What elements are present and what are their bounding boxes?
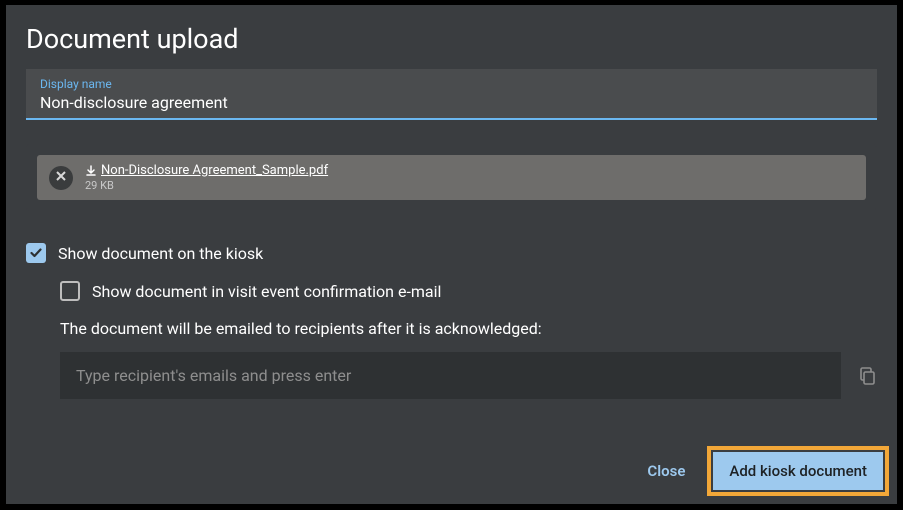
file-name-link[interactable]: Non-Disclosure Agreement_Sample.pdf: [85, 163, 328, 178]
recipients-label: The document will be emailed to recipien…: [60, 319, 877, 338]
show-in-email-row: Show document in visit event confirmatio…: [60, 281, 877, 301]
dialog-content: Display name Non-Disclosure Agreement_Sa…: [6, 69, 897, 399]
remove-file-button[interactable]: [49, 166, 73, 190]
dialog-title: Document upload: [6, 5, 897, 69]
display-name-input[interactable]: [40, 93, 863, 112]
recipients-input[interactable]: [60, 352, 841, 399]
show-on-kiosk-label: Show document on the kiosk: [58, 244, 263, 263]
recipients-input-row: [60, 352, 877, 399]
uploaded-file-row: Non-Disclosure Agreement_Sample.pdf 29 K…: [37, 155, 866, 200]
file-name-text: Non-Disclosure Agreement_Sample.pdf: [101, 163, 328, 178]
add-button-highlight: Add kiosk document: [707, 446, 889, 496]
document-upload-dialog: Document upload Display name Non-: [6, 5, 897, 504]
display-name-field[interactable]: Display name: [26, 69, 877, 120]
close-button[interactable]: Close: [633, 452, 699, 490]
download-icon: [85, 165, 97, 177]
add-kiosk-document-button[interactable]: Add kiosk document: [713, 452, 883, 490]
file-upload-zone: Non-Disclosure Agreement_Sample.pdf 29 K…: [26, 144, 877, 211]
copy-icon[interactable]: [857, 366, 877, 386]
file-size: 29 KB: [85, 179, 328, 192]
show-in-email-checkbox[interactable]: [60, 281, 80, 301]
show-on-kiosk-checkbox[interactable]: [26, 243, 46, 263]
close-icon: [56, 171, 66, 184]
show-in-email-label: Show document in visit event confirmatio…: [92, 282, 441, 301]
file-info: Non-Disclosure Agreement_Sample.pdf 29 K…: [85, 163, 328, 192]
display-name-label: Display name: [40, 77, 863, 91]
dialog-footer: Close Add kiosk document: [633, 446, 889, 496]
show-on-kiosk-row: Show document on the kiosk: [26, 243, 877, 263]
